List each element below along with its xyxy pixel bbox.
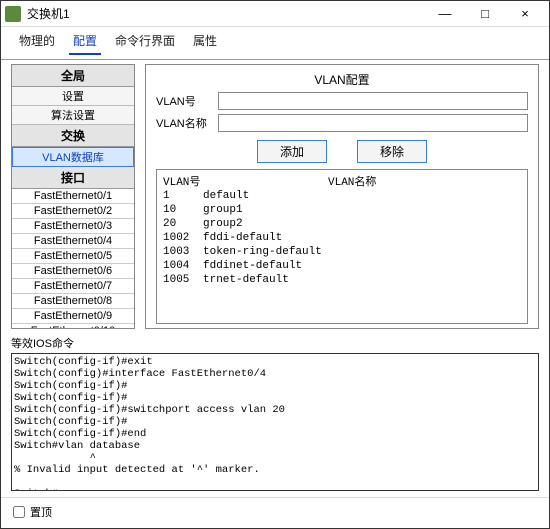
sidebar: 全局 设置 算法设置 交换 VLAN数据库 接口 FastEthernet0/1…: [11, 64, 135, 329]
vlan-row-name: token-ring-default: [203, 245, 322, 259]
vlan-row-number: 20: [163, 217, 203, 231]
window-controls: — □ ×: [425, 2, 545, 26]
sidebar-header-global: 全局: [12, 65, 134, 87]
close-button[interactable]: ×: [505, 2, 545, 26]
sidebar-header-interface: 接口: [12, 167, 134, 189]
vlan-row[interactable]: 20group2: [163, 217, 521, 231]
vlan-row[interactable]: 1default: [163, 189, 521, 203]
app-icon: [5, 6, 21, 22]
vlan-list[interactable]: VLAN号 VLAN名称 1default10group120group2100…: [156, 169, 528, 324]
app-window: 交换机1 — □ × 物理的 配置 命令行界面 属性 全局 设置 算法设置 交换…: [0, 0, 550, 529]
vlan-row-number: 10: [163, 203, 203, 217]
footer: 置顶: [1, 497, 549, 528]
tab-config[interactable]: 配置: [69, 29, 101, 55]
vlan-rows: 1default10group120group21002fddi-default…: [163, 189, 521, 287]
main-tabs: 物理的 配置 命令行界面 属性: [1, 27, 549, 55]
vlan-row-name: fddinet-default: [203, 259, 302, 273]
upper-pane: 全局 设置 算法设置 交换 VLAN数据库 接口 FastEthernet0/1…: [11, 64, 539, 329]
always-on-top-label: 置顶: [30, 504, 52, 520]
always-on-top-checkbox[interactable]: [13, 506, 25, 518]
vlan-row[interactable]: 1005trnet-default: [163, 273, 521, 287]
vlan-row-name: group2: [203, 217, 243, 231]
vlan-list-header: VLAN号 VLAN名称: [163, 173, 521, 189]
cli-label: 等效IOS命令: [11, 335, 539, 351]
vlan-row[interactable]: 1003token-ring-default: [163, 245, 521, 259]
sidebar-interface-item[interactable]: FastEthernet0/2: [12, 204, 134, 219]
sidebar-interface-item[interactable]: FastEthernet0/5: [12, 249, 134, 264]
vlan-row[interactable]: 1002fddi-default: [163, 231, 521, 245]
vlan-row-number: 1003: [163, 245, 203, 259]
vlan-row-name: fddi-default: [203, 231, 282, 245]
input-vlan-number[interactable]: [218, 92, 528, 110]
window-title: 交换机1: [27, 5, 425, 22]
vlan-row-name: default: [203, 189, 249, 203]
tab-physical[interactable]: 物理的: [15, 29, 59, 55]
panel-title: VLAN配置: [156, 71, 528, 88]
tab-attributes[interactable]: 属性: [189, 29, 221, 55]
col-vlan-number: VLAN号: [163, 173, 328, 189]
sidebar-interface-item[interactable]: FastEthernet0/4: [12, 234, 134, 249]
vlan-row-number: 1005: [163, 273, 203, 287]
label-vlan-name: VLAN名称: [156, 115, 212, 131]
vlan-row-name: group1: [203, 203, 243, 217]
cli-output[interactable]: Switch(config-if)#exit Switch(config)#in…: [11, 353, 539, 491]
label-vlan-number: VLAN号: [156, 93, 212, 109]
row-vlan-number: VLAN号: [156, 92, 528, 110]
right-panel: VLAN配置 VLAN号 VLAN名称 添加 移除 VLAN号 VLAN名称: [145, 64, 539, 329]
vlan-row-number: 1: [163, 189, 203, 203]
sidebar-item-vlan-db[interactable]: VLAN数据库: [12, 147, 134, 167]
input-vlan-name[interactable]: [218, 114, 528, 132]
sidebar-interface-item[interactable]: FastEthernet0/10: [12, 324, 134, 329]
content-area: 全局 设置 算法设置 交换 VLAN数据库 接口 FastEthernet0/1…: [1, 60, 549, 497]
vlan-row[interactable]: 10group1: [163, 203, 521, 217]
vlan-row-number: 1002: [163, 231, 203, 245]
add-button[interactable]: 添加: [257, 140, 327, 163]
sidebar-interface-item[interactable]: FastEthernet0/1: [12, 189, 134, 204]
vlan-row[interactable]: 1004fddinet-default: [163, 259, 521, 273]
row-vlan-name: VLAN名称: [156, 114, 528, 132]
remove-button[interactable]: 移除: [357, 140, 427, 163]
col-vlan-name: VLAN名称: [328, 173, 376, 189]
sidebar-item-settings[interactable]: 设置: [12, 87, 134, 106]
minimize-button[interactable]: —: [425, 2, 465, 26]
sidebar-interface-item[interactable]: FastEthernet0/8: [12, 294, 134, 309]
sidebar-interface-list: FastEthernet0/1FastEthernet0/2FastEthern…: [12, 189, 134, 329]
sidebar-interface-item[interactable]: FastEthernet0/7: [12, 279, 134, 294]
sidebar-interface-item[interactable]: FastEthernet0/6: [12, 264, 134, 279]
tab-cli[interactable]: 命令行界面: [111, 29, 179, 55]
sidebar-interface-item[interactable]: FastEthernet0/9: [12, 309, 134, 324]
vlan-row-number: 1004: [163, 259, 203, 273]
vlan-row-name: trnet-default: [203, 273, 289, 287]
sidebar-item-algorithm[interactable]: 算法设置: [12, 106, 134, 125]
title-bar: 交换机1 — □ ×: [1, 1, 549, 27]
button-row: 添加 移除: [156, 140, 528, 163]
sidebar-interface-item[interactable]: FastEthernet0/3: [12, 219, 134, 234]
sidebar-header-switch: 交换: [12, 125, 134, 147]
maximize-button[interactable]: □: [465, 2, 505, 26]
